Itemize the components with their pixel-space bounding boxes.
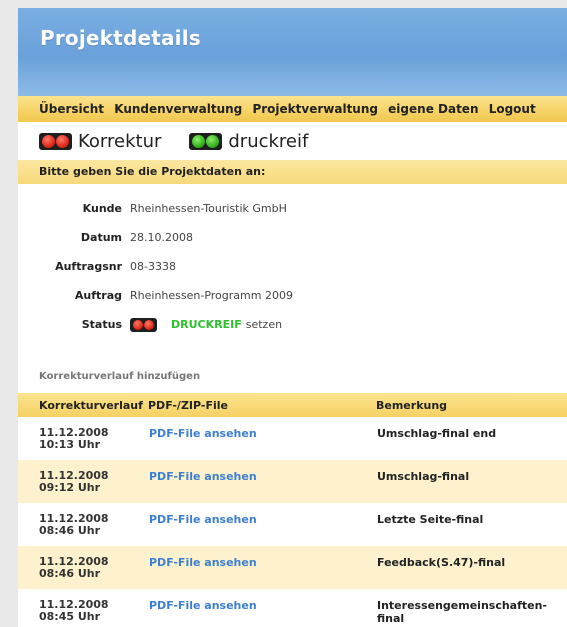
pdf-view-link[interactable]: PDF-File ansehen (149, 556, 257, 569)
status-suffix: setzen (245, 318, 283, 331)
table-row: 11.12.2008 08:46 Uhr PDF-File ansehen Fe… (18, 546, 567, 589)
row-time: 08:46 Uhr (39, 524, 101, 537)
legend-korrektur: Korrektur (39, 131, 161, 152)
row-time: 08:45 Uhr (39, 610, 101, 623)
column-header: PDF-/ZIP-File (148, 398, 228, 412)
nav-item-projektverwaltung[interactable]: Projektverwaltung (252, 102, 378, 116)
form-section-title: Bitte geben Sie die Projektdaten an: (18, 160, 567, 184)
file-cell: PDF-File ansehen (148, 503, 376, 546)
nav-item-logout[interactable]: Logout (489, 102, 536, 116)
note-cell: Interessengemeinschaften-final (377, 599, 547, 625)
pdf-view-link[interactable]: PDF-File ansehen (149, 599, 257, 612)
note-cell: Umschlag-final end (377, 427, 497, 440)
detail-value: Rheinhessen-Programm 2009 (130, 289, 293, 302)
note-cell: Umschlag-final (377, 470, 470, 483)
green-lamp-icon (206, 134, 220, 148)
date-cell: 11.12.2008 08:45 Uhr (18, 589, 148, 627)
set-druckreif-button[interactable]: DRUCKREIF (171, 318, 242, 331)
add-correction-link[interactable]: Korrekturverlauf hinzufügen (39, 371, 567, 385)
red-traffic-light-icon (130, 317, 157, 332)
detail-row-auftragsnr: Auftragsnr 08-3338 (18, 252, 567, 281)
green-lamp-icon (192, 134, 206, 148)
legend-druckreif-label: druckreif (228, 130, 309, 152)
correction-history-table: Korrekturverlauf PDF-/ZIP-File Bemerkung… (18, 393, 567, 627)
green-traffic-light-icon (189, 132, 223, 150)
detail-label: Auftrag (74, 289, 122, 302)
detail-row-kunde: Kunde Rheinhessen-Touristik GmbH (18, 194, 567, 223)
page-header: Projektdetails (18, 8, 567, 96)
nav-item-eigene-daten[interactable]: eigene Daten (388, 102, 478, 116)
table-row: 11.12.2008 09:12 Uhr PDF-File ansehen Um… (18, 460, 567, 503)
red-lamp-icon (42, 134, 55, 148)
date-cell: 11.12.2008 08:46 Uhr (18, 503, 148, 546)
file-cell: PDF-File ansehen (148, 546, 376, 589)
table-header-row: Korrekturverlauf PDF-/ZIP-File Bemerkung (18, 393, 567, 417)
date-cell: 11.12.2008 09:12 Uhr (18, 460, 148, 503)
pdf-view-link[interactable]: PDF-File ansehen (149, 427, 257, 440)
row-time: 08:46 Uhr (39, 567, 101, 580)
pdf-view-link[interactable]: PDF-File ansehen (149, 513, 257, 526)
file-cell: PDF-File ansehen (148, 460, 376, 503)
page-title: Projektdetails (40, 26, 201, 50)
red-traffic-light-icon (39, 132, 72, 150)
date-cell: 11.12.2008 10:13 Uhr (18, 417, 148, 460)
table-row: 11.12.2008 08:45 Uhr PDF-File ansehen In… (18, 589, 567, 627)
detail-row-datum: Datum 28.10.2008 (18, 223, 567, 252)
status-legend: Korrektur druckreif (18, 122, 567, 160)
date-cell: 11.12.2008 08:46 Uhr (18, 546, 148, 589)
file-cell: PDF-File ansehen (148, 417, 376, 460)
detail-value: Rheinhessen-Touristik GmbH (130, 202, 287, 215)
detail-label: Datum (80, 231, 122, 244)
red-lamp-icon (56, 134, 69, 148)
row-time: 10:13 Uhr (39, 438, 101, 451)
detail-label: Kunde (82, 202, 122, 215)
detail-value: 08-3338 (130, 260, 176, 273)
note-cell: Feedback(S.47)-final (377, 556, 506, 569)
detail-row-status: Status DRUCKREIF setzen (18, 310, 567, 339)
status-control: DRUCKREIF setzen (130, 317, 283, 332)
detail-row-auftrag: Auftrag Rheinhessen-Programm 2009 (18, 281, 567, 310)
legend-druckreif: druckreif (189, 131, 308, 152)
pdf-view-link[interactable]: PDF-File ansehen (149, 470, 257, 483)
project-details: Kunde Rheinhessen-Touristik GmbH Datum 2… (18, 184, 567, 339)
nav-item-kundenverwaltung[interactable]: Kundenverwaltung (114, 102, 242, 116)
legend-korrektur-label: Korrektur (78, 130, 162, 152)
note-cell: Letzte Seite-final (377, 513, 484, 526)
red-lamp-icon (144, 319, 154, 330)
nav-item-uebersicht[interactable]: Übersicht (39, 102, 104, 116)
table-row: 11.12.2008 10:13 Uhr PDF-File ansehen Um… (18, 417, 567, 460)
page: Projektdetails Übersicht Kundenverwaltun… (18, 8, 567, 627)
table-row: 11.12.2008 08:46 Uhr PDF-File ansehen Le… (18, 503, 567, 546)
red-lamp-icon (133, 319, 143, 330)
main-nav: Übersicht Kundenverwaltung Projektverwal… (18, 96, 567, 122)
row-time: 09:12 Uhr (39, 481, 101, 494)
detail-value: 28.10.2008 (130, 231, 193, 244)
detail-label: Auftragsnr (55, 260, 122, 273)
file-cell: PDF-File ansehen (148, 589, 376, 627)
column-header: Korrekturverlauf (39, 398, 143, 412)
detail-label: Status (81, 318, 122, 331)
column-header: Bemerkung (376, 398, 448, 412)
